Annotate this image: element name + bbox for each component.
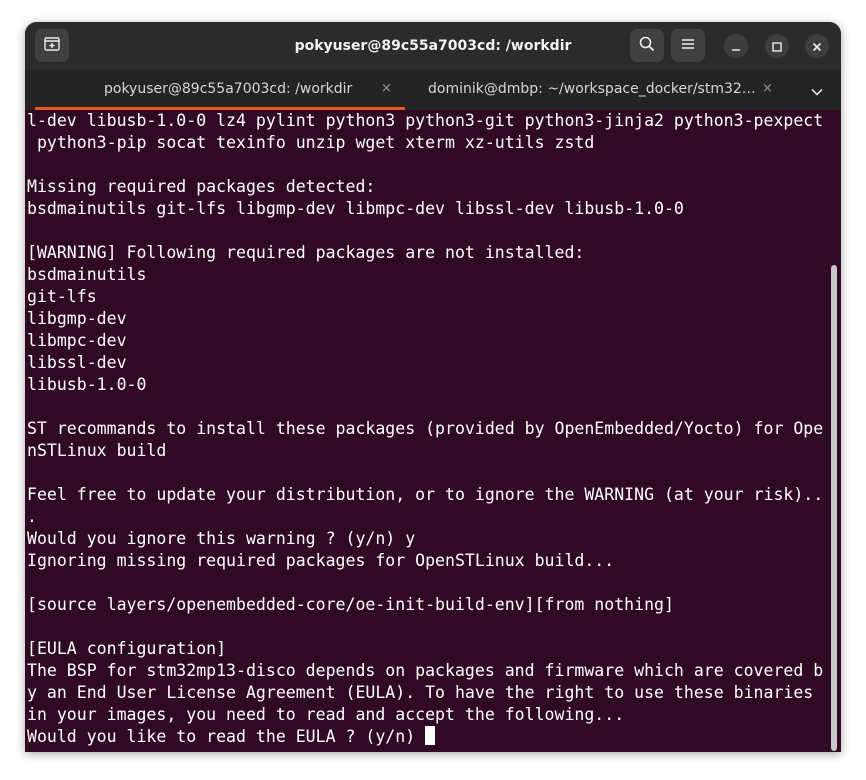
close-button[interactable] xyxy=(805,34,829,58)
terminal-line: Missing required packages detected: xyxy=(27,177,376,196)
close-icon xyxy=(812,37,822,56)
terminal-line: [EULA configuration] xyxy=(27,639,227,658)
terminal-line: git-lfs xyxy=(27,287,97,306)
terminal-line: libmpc-dev xyxy=(27,331,127,350)
maximize-icon xyxy=(772,37,782,56)
terminal-line: Would you like to read the EULA ? (y/n) xyxy=(27,726,436,748)
tab-stm32-workspace[interactable]: dominik@dmbp: ~/workspace_docker/stm32… … xyxy=(415,70,790,110)
terminal-line: in your images, you need to read and acc… xyxy=(27,705,625,724)
terminal-line: libgmp-dev xyxy=(27,309,127,328)
terminal-line: python3-pip socat texinfo unzip wget xte… xyxy=(27,133,595,152)
tab-workdir[interactable]: pokyuser@89c55a7003cd: /workdir × xyxy=(25,70,415,110)
search-icon xyxy=(638,35,656,57)
tab-label: dominik@dmbp: ~/workspace_docker/stm32… xyxy=(428,81,756,97)
terminal-line: The BSP for stm32mp13-disco depends on p… xyxy=(27,661,824,680)
terminal-line: nSTLinux build xyxy=(27,441,167,460)
tab-label: pokyuser@89c55a7003cd: /workdir xyxy=(104,81,353,97)
terminal-line: ST recommands to install these packages … xyxy=(27,419,824,438)
terminal-line: [source layers/openembedded-core/oe-init… xyxy=(27,595,674,614)
terminal-line: Ignoring missing required packages for O… xyxy=(27,551,615,570)
tab-close-icon[interactable]: × xyxy=(762,70,773,108)
terminal-line: y an End User License Agreement (EULA). … xyxy=(27,683,814,702)
search-button[interactable] xyxy=(630,29,664,62)
terminal-line: l-dev libusb-1.0-0 lz4 pylint python3 py… xyxy=(27,111,824,130)
scrollbar[interactable] xyxy=(831,265,837,751)
terminal-line: bsdmainutils xyxy=(27,265,147,284)
text-cursor xyxy=(425,726,436,745)
terminal-window: pokyuser@89c55a7003cd: /workdir pokyuser… xyxy=(25,22,841,752)
tabs-dropdown-button[interactable] xyxy=(807,80,827,100)
chevron-down-icon xyxy=(811,81,823,100)
terminal-line: libusb-1.0-0 xyxy=(27,375,147,394)
terminal-line: [WARNING] Following required packages ar… xyxy=(27,243,585,262)
hamburger-icon xyxy=(680,36,696,56)
title-bar: pokyuser@89c55a7003cd: /workdir xyxy=(25,22,841,70)
window-title: pokyuser@89c55a7003cd: /workdir xyxy=(294,38,572,54)
minimize-button[interactable] xyxy=(724,34,748,58)
terminal-line: Would you ignore this warning ? (y/n) y xyxy=(27,529,416,548)
terminal-line: bsdmainutils git-lfs libgmp-dev libmpc-d… xyxy=(27,199,684,218)
terminal-line: . xyxy=(27,507,37,526)
tab-close-icon[interactable]: × xyxy=(381,70,392,108)
terminal-line: Feel free to update your distribution, o… xyxy=(27,485,824,504)
minimize-icon xyxy=(731,37,741,56)
terminal-output[interactable]: l-dev libusb-1.0-0 lz4 pylint python3 py… xyxy=(25,110,841,752)
tab-bar: pokyuser@89c55a7003cd: /workdir × domini… xyxy=(25,70,841,110)
menu-button[interactable] xyxy=(671,29,705,62)
terminal-line: libssl-dev xyxy=(27,353,127,372)
maximize-button[interactable] xyxy=(765,34,789,58)
